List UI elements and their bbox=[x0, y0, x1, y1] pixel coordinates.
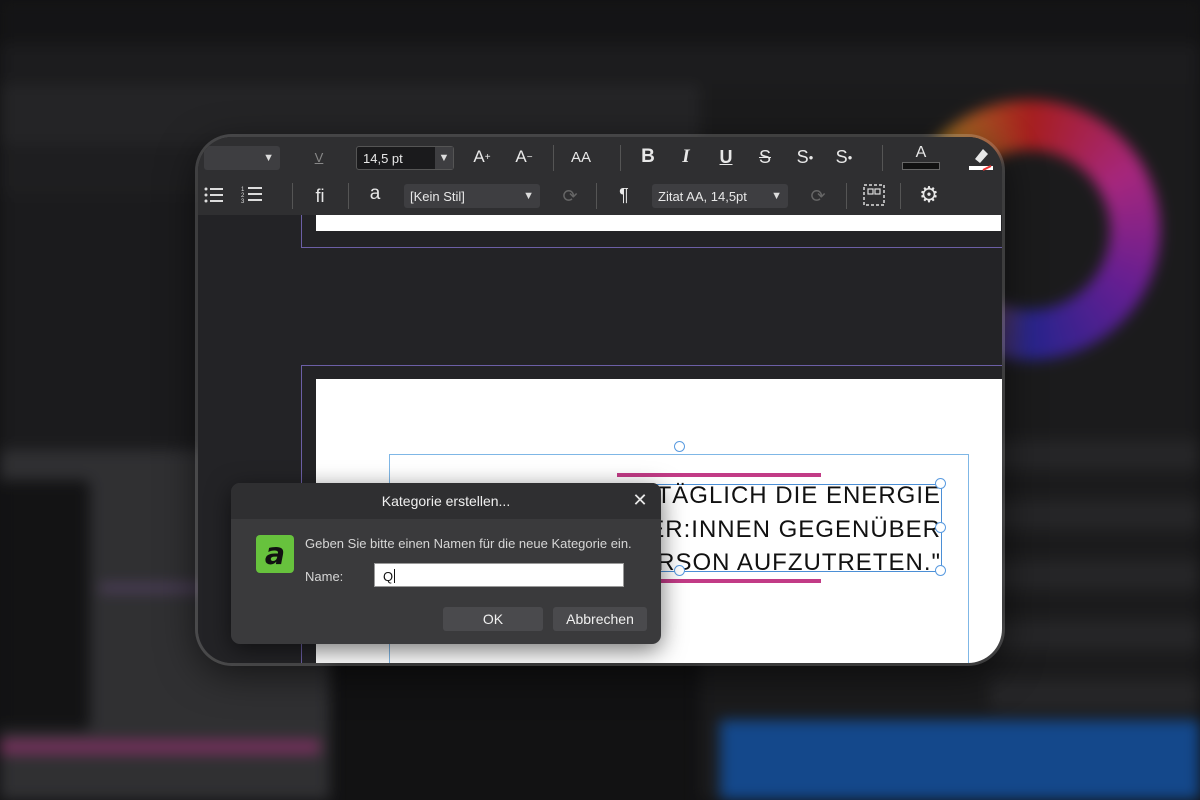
font-size-value: 14,5 pt bbox=[363, 150, 403, 166]
decrease-font-size-icon[interactable]: A − bbox=[510, 146, 538, 168]
separator bbox=[882, 145, 883, 171]
increase-font-size-icon[interactable]: A + bbox=[468, 146, 496, 168]
cancel-button[interactable]: Abbrechen bbox=[553, 607, 647, 631]
text-color-label: A bbox=[915, 144, 927, 161]
chevron-down-icon: ▼ bbox=[771, 190, 782, 202]
ligatures-button[interactable]: fi bbox=[308, 184, 332, 208]
strikethrough-button[interactable]: S bbox=[753, 145, 777, 169]
text-color-swatch bbox=[902, 162, 940, 170]
name-input-value: Q bbox=[383, 569, 394, 584]
selection-handle[interactable] bbox=[935, 478, 946, 489]
text-frame-icon[interactable] bbox=[862, 183, 886, 207]
tracking-icon[interactable]: V bbox=[306, 146, 332, 168]
svg-text:3: 3 bbox=[241, 199, 245, 205]
text-color-button[interactable]: A bbox=[902, 141, 940, 173]
numbered-list-icon[interactable]: 1 2 3 bbox=[240, 183, 264, 207]
character-style-value: [Kein Stil] bbox=[410, 188, 465, 204]
separator bbox=[596, 183, 597, 209]
bullet-list-icon[interactable] bbox=[202, 183, 226, 207]
separator bbox=[348, 183, 349, 209]
separator bbox=[620, 145, 621, 171]
separator bbox=[292, 183, 293, 209]
refresh-icon[interactable]: ⟳ bbox=[806, 184, 830, 208]
underline-button[interactable]: U bbox=[714, 145, 738, 169]
decorative-line-top bbox=[617, 473, 821, 477]
selection-handle[interactable] bbox=[674, 565, 685, 576]
chevron-down-icon: ▼ bbox=[435, 147, 453, 169]
chevron-down-icon: ▼ bbox=[263, 152, 274, 164]
text-caret bbox=[394, 569, 396, 583]
superscript-label: S bbox=[796, 146, 809, 167]
gear-icon[interactable]: ⚙ bbox=[916, 182, 942, 208]
font-size-dropdown[interactable]: 14,5 pt ▼ bbox=[356, 146, 454, 170]
separator bbox=[553, 145, 554, 171]
paragraph-style-icon[interactable]: ¶ bbox=[612, 183, 636, 207]
selection-handle[interactable] bbox=[935, 522, 946, 533]
selection-handle[interactable] bbox=[674, 441, 685, 452]
focused-app-window: ▼ V 14,5 pt ▼ A + A − AA B I U S S ● S ● A bbox=[198, 137, 1002, 663]
subscript-label: S bbox=[835, 146, 848, 167]
bold-button[interactable]: B bbox=[636, 145, 660, 169]
paragraph-style-value: Zitat AA, 14,5pt bbox=[658, 188, 747, 204]
superscript-button[interactable]: S ● bbox=[793, 145, 817, 169]
font-family-dropdown[interactable]: ▼ bbox=[204, 146, 280, 170]
character-style-dropdown[interactable]: [Kein Stil] ▼ bbox=[404, 184, 540, 208]
name-label: Name: bbox=[305, 569, 344, 584]
italic-button[interactable]: I bbox=[674, 145, 698, 169]
svg-text:a: a bbox=[265, 539, 285, 569]
subscript-button[interactable]: S ● bbox=[832, 145, 856, 169]
name-input[interactable]: Q bbox=[374, 563, 624, 587]
dialog-title: Kategorie erstellen... bbox=[231, 483, 661, 519]
refresh-icon[interactable]: ⟳ bbox=[558, 184, 582, 208]
separator bbox=[846, 183, 847, 209]
character-style-icon[interactable]: a bbox=[364, 182, 386, 206]
page-top-white bbox=[316, 215, 1001, 231]
app-logo-icon: a bbox=[256, 535, 294, 573]
text-toolbar-row1: ▼ V 14,5 pt ▼ A + A − AA B I U S S ● S ● A bbox=[198, 137, 1002, 178]
highlighter-icon[interactable] bbox=[964, 143, 996, 173]
separator bbox=[900, 183, 901, 209]
text-toolbar-row2: 1 2 3 fi a [Kein Stil] ▼ ⟳ ¶ Zitat AA, 1… bbox=[198, 177, 1002, 215]
create-category-dialog: Kategorie erstellen... ✕ a Geben Sie bit… bbox=[231, 483, 661, 644]
chevron-down-icon: ▼ bbox=[523, 190, 534, 202]
dialog-prompt: Geben Sie bitte einen Namen für die neue… bbox=[305, 536, 632, 551]
document-canvas[interactable]: TÄGLICH DIE ENERGIE ER:INNEN GEGENÜBER A… bbox=[198, 215, 1002, 663]
paragraph-style-dropdown[interactable]: Zitat AA, 14,5pt ▼ bbox=[652, 184, 788, 208]
ok-button[interactable]: OK bbox=[443, 607, 543, 631]
close-icon[interactable]: ✕ bbox=[629, 489, 651, 511]
all-caps-button[interactable]: AA bbox=[564, 146, 598, 168]
selection-handle[interactable] bbox=[935, 565, 946, 576]
